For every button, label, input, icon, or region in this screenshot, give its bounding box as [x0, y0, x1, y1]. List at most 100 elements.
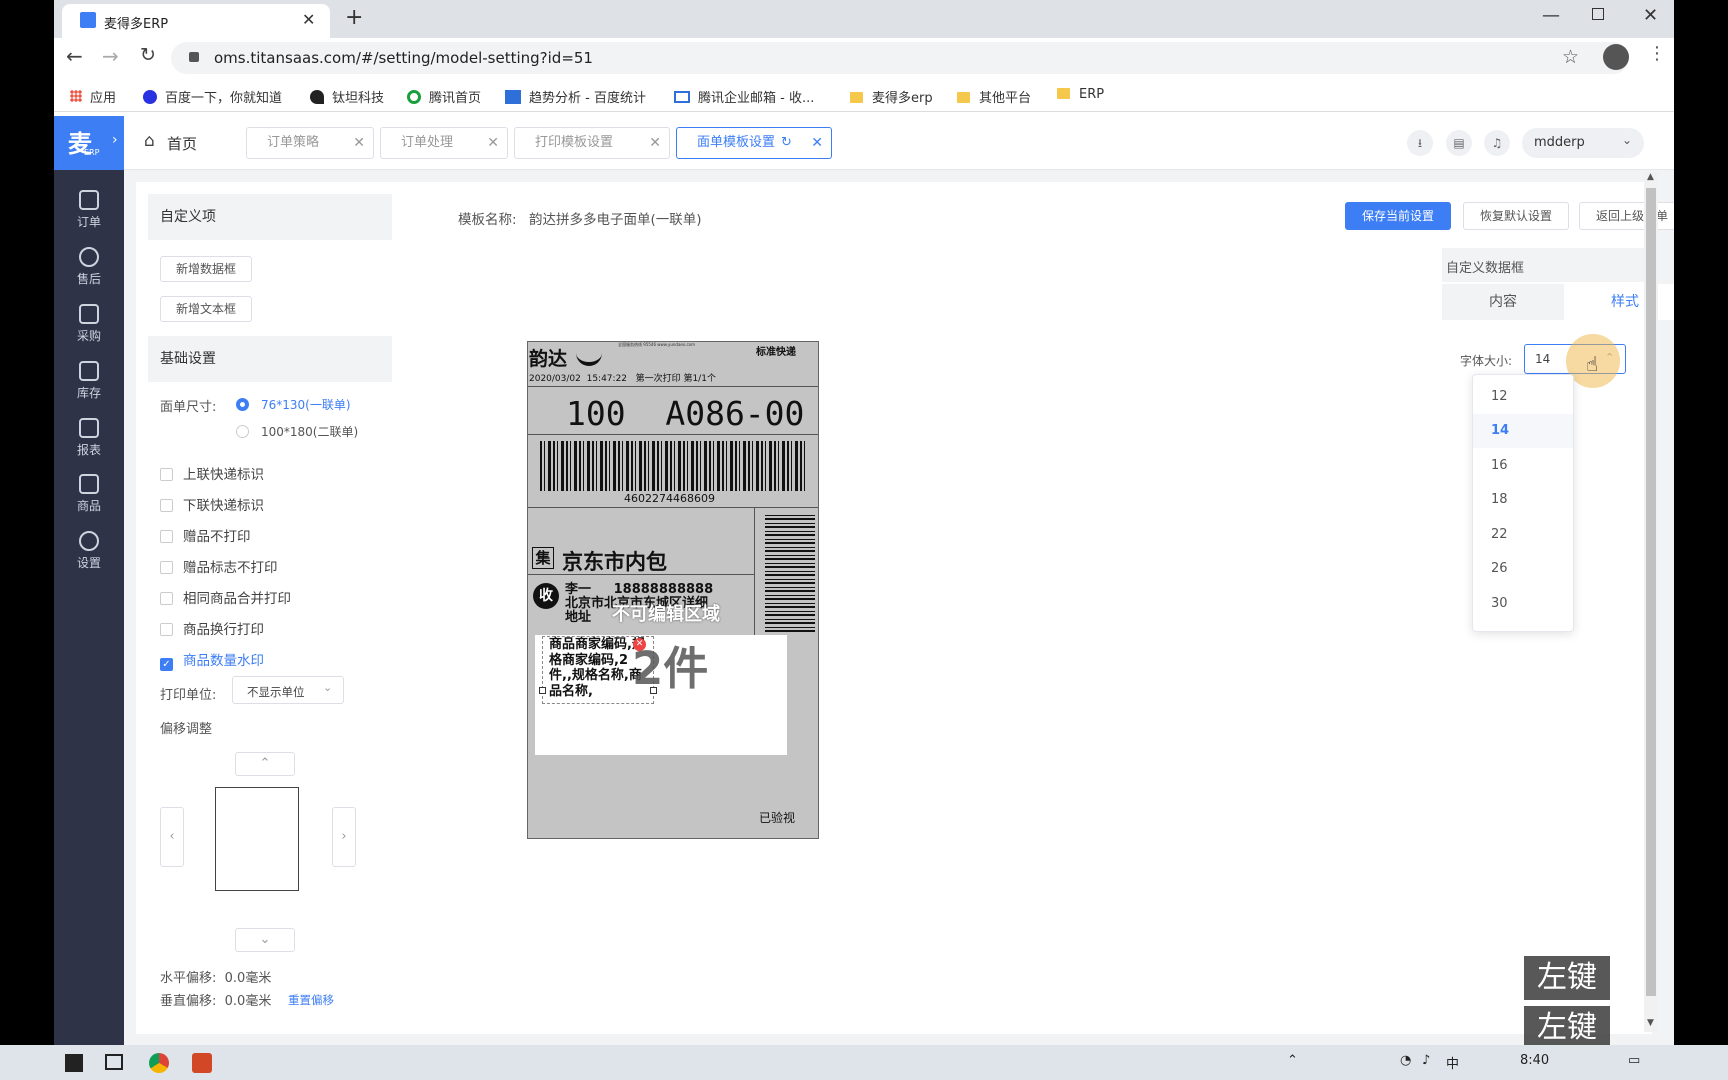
size-option-76[interactable]: 76*130(一联单) [236, 396, 351, 413]
add-text-box-button[interactable]: 新增文本框 [160, 296, 252, 322]
new-tab-icon[interactable]: + [345, 5, 363, 30]
close-icon[interactable]: ✕ [487, 128, 499, 158]
offset-down-button[interactable]: ⌄ [235, 928, 295, 952]
checkbox-upper-logo[interactable]: 上联快递标识 [160, 463, 264, 483]
bookmark-mail[interactable]: 腾讯企业邮箱 - 收... [674, 87, 814, 106]
offset-up-button[interactable]: ⌃ [235, 752, 295, 776]
bell-icon[interactable]: ♫ [1484, 130, 1510, 156]
archive-icon[interactable]: ▤ [1446, 130, 1472, 156]
bookmark-apps[interactable]: 应用 [70, 87, 116, 106]
checkbox-lower-logo[interactable]: 下联快递标识 [160, 494, 264, 514]
star-icon[interactable]: ☆ [1562, 46, 1579, 68]
mail-icon [674, 91, 690, 103]
checkbox-no-gift-mark[interactable]: 赠品标志不打印 [160, 556, 278, 576]
scroll-down-icon[interactable]: ▼ [1647, 1018, 1654, 1028]
volume-icon[interactable]: ♪ [1422, 1053, 1430, 1068]
checkbox-no-gift[interactable]: 赠品不打印 [160, 525, 251, 545]
offset-right-button[interactable]: › [332, 807, 356, 867]
scroll-thumb[interactable] [1646, 188, 1656, 996]
print-date: 2020/03/02 15:47:22 第一次打印 第1/1个 [529, 374, 716, 384]
nav-settings[interactable]: 设置 [54, 531, 124, 583]
home-icon[interactable]: ⌂ [144, 131, 155, 151]
font-option-18[interactable]: 18 [1473, 483, 1573, 517]
close-tab-icon[interactable]: ✕ [302, 10, 315, 29]
unit-select[interactable]: 不显示单位 ⌄ [232, 676, 344, 704]
tab-print-template[interactable]: 打印模板设置 ✕ [514, 127, 670, 159]
waybill-preview: 韵达 全国服务热线 95546 www.yundaex.com 标准快递 202… [527, 341, 819, 839]
bookmark-tongji[interactable]: 趋势分析 - 百度统计 [505, 87, 646, 106]
cart-icon [79, 304, 99, 324]
nav-inventory[interactable]: 库存 [54, 361, 124, 413]
back-button[interactable]: 返回上级菜单 [1579, 202, 1674, 230]
reset-offset-link[interactable]: 重置偏移 [288, 992, 334, 1008]
nav-products[interactable]: 商品 [54, 474, 124, 526]
tab-content[interactable]: 内容 [1442, 284, 1564, 320]
refresh-icon[interactable]: ↻ [781, 135, 792, 150]
address-bar[interactable]: oms.titansaas.com/#/setting/model-settin… [171, 42, 1629, 74]
tab-order-process[interactable]: 订单处理 ✕ [380, 127, 508, 159]
back-icon[interactable]: ← [66, 44, 83, 68]
font-option-30[interactable]: 30 [1473, 587, 1573, 621]
resize-handle[interactable] [539, 687, 546, 694]
divider [754, 507, 755, 635]
font-option-14[interactable]: 14 [1473, 414, 1573, 448]
checkbox-merge[interactable]: 相同商品合并打印 [160, 587, 291, 607]
tab-waybill-template[interactable]: 面单模板设置 ↻ ✕ [676, 127, 832, 159]
bookmark-mdderp[interactable]: 麦得多erp [850, 87, 933, 106]
menu-icon[interactable]: ⋮ [1648, 43, 1666, 64]
destination: 京东市内包 [562, 550, 667, 574]
bookmark-erp[interactable]: ERP [1057, 87, 1104, 102]
offset-left-button[interactable]: ‹ [160, 807, 184, 867]
restore-default-button[interactable]: 恢复默认设置 [1463, 202, 1569, 230]
font-option-16[interactable]: 16 [1473, 449, 1573, 483]
close-icon[interactable]: ✕ [811, 128, 823, 158]
tab-order-strategy[interactable]: 订单策略 ✕ [246, 127, 374, 159]
tray-chevron-icon[interactable]: ⌃ [1287, 1053, 1298, 1068]
powerpoint-taskbar-icon[interactable] [192, 1053, 212, 1073]
nav-purchase[interactable]: 采购 [54, 304, 124, 356]
network-icon[interactable]: ◔ [1400, 1053, 1411, 1068]
task-view-icon[interactable] [105, 1054, 123, 1070]
user-menu[interactable]: mdderp ⌄ [1522, 128, 1644, 158]
clock[interactable]: 8:40 [1520, 1053, 1549, 1068]
save-button[interactable]: 保存当前设置 [1345, 202, 1451, 230]
minimize-icon[interactable]: — [1542, 5, 1560, 26]
font-option-22[interactable]: 22 [1473, 518, 1573, 552]
home-link[interactable]: 首页 [167, 133, 197, 154]
download-icon[interactable]: ⭳ [1407, 130, 1433, 156]
nav-orders[interactable]: 订单 [54, 190, 124, 242]
bookmark-titan[interactable]: 钛坦科技 [310, 87, 384, 106]
nav-aftersale[interactable]: 售后 [54, 247, 124, 299]
bookmark-baidu[interactable]: 百度一下，你就知道 [143, 87, 282, 106]
bookmark-qq[interactable]: 腾讯首页 [407, 87, 481, 106]
close-window-icon[interactable]: ✕ [1643, 5, 1658, 26]
app-logo[interactable]: 麦 ERP › [54, 116, 124, 170]
left-settings: 自定义项 新增数据框 新增文本框 基础设置 面单尺寸: 76*130(一联单) … [148, 194, 392, 1024]
font-option-26[interactable]: 26 [1473, 552, 1573, 586]
restore-icon[interactable] [1592, 8, 1604, 20]
close-icon[interactable]: ✕ [353, 128, 365, 158]
close-icon[interactable]: ✕ [649, 128, 661, 158]
nav-reports[interactable]: 报表 [54, 418, 124, 470]
report-icon [79, 418, 99, 438]
checkbox-wrap[interactable]: 商品换行打印 [160, 618, 264, 638]
browser-tab[interactable]: 麦得多ERP ✕ [62, 4, 330, 38]
bookmark-other[interactable]: 其他平台 [957, 87, 1031, 106]
windows-start-icon[interactable] [65, 1054, 83, 1072]
size-option-100[interactable]: 100*180(二联单) [236, 423, 358, 440]
add-data-box-button[interactable]: 新增数据框 [160, 256, 252, 282]
forward-icon[interactable]: → [102, 44, 119, 68]
chevron-down-icon: ⌄ [1622, 133, 1633, 147]
font-option-12[interactable]: 12 [1473, 380, 1573, 414]
collapse-icon[interactable]: › [112, 132, 118, 148]
reload-icon[interactable]: ↻ [140, 44, 156, 66]
scroll-up-icon[interactable]: ▲ [1647, 172, 1654, 182]
notification-icon[interactable]: ▭ [1628, 1053, 1640, 1068]
ime-indicator[interactable]: 中 [1446, 1053, 1459, 1072]
chrome-taskbar-icon[interactable] [149, 1053, 169, 1073]
baidu-icon [143, 90, 157, 104]
checkbox-qty-watermark[interactable]: ✓ 商品数量水印 [160, 649, 264, 671]
scrollbar[interactable]: ▲ ▼ [1644, 172, 1658, 1032]
profile-icon[interactable] [1603, 44, 1629, 70]
font-size-dropdown: 12 14 16 18 22 26 30 [1472, 374, 1574, 632]
